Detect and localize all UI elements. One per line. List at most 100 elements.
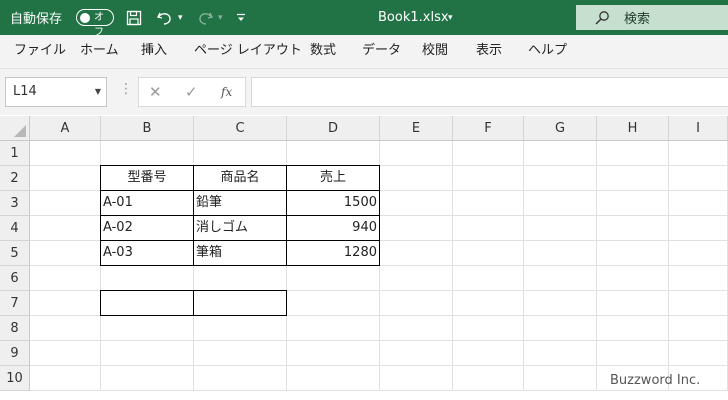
tab-page-layout[interactable]: ページ レイアウト [194,35,302,68]
cell-f3[interactable] [453,191,524,216]
cell-f1[interactable] [453,141,524,166]
cell-c8[interactable] [194,316,287,341]
cell-g10[interactable] [524,366,597,391]
tab-home[interactable]: ホーム [80,35,119,68]
cell-b8[interactable] [101,316,194,341]
cell-i6[interactable] [669,266,728,291]
cell-f9[interactable] [453,341,524,366]
cell-g2[interactable] [524,166,597,191]
cell-i1[interactable] [669,141,728,166]
cell-a9[interactable] [30,341,101,366]
tab-review[interactable]: 校閲 [422,35,448,68]
cell-f10[interactable] [453,366,524,391]
cell-i3[interactable] [669,191,728,216]
cell-g6[interactable] [524,266,597,291]
cell-h3[interactable] [597,191,669,216]
cell-d8[interactable] [287,316,380,341]
cell-i5[interactable] [669,241,728,266]
tab-file[interactable]: ファイル [14,35,66,68]
row-header-2[interactable]: 2 [0,166,30,191]
cell-f8[interactable] [453,316,524,341]
column-header-g[interactable]: G [524,116,597,141]
cell-d6[interactable] [287,266,380,291]
cell-c9[interactable] [194,341,287,366]
cell-e8[interactable] [380,316,453,341]
row-header-7[interactable]: 7 [0,291,30,316]
cell-e3[interactable] [380,191,453,216]
cell-b5[interactable]: A-03 [101,241,194,266]
cell-e6[interactable] [380,266,453,291]
cell-e2[interactable] [380,166,453,191]
cell-e4[interactable] [380,216,453,241]
column-header-b[interactable]: B [101,116,194,141]
cell-d4[interactable]: 940 [287,216,380,241]
cell-h2[interactable] [597,166,669,191]
insert-function-icon[interactable]: fx [221,78,232,106]
cell-a3[interactable] [30,191,101,216]
tab-formulas[interactable]: 数式 [310,35,336,68]
cell-d10[interactable] [287,366,380,391]
row-header-8[interactable]: 8 [0,316,30,341]
cell-i8[interactable] [669,316,728,341]
cell-f7[interactable] [453,291,524,316]
column-header-a[interactable]: A [30,116,101,141]
cancel-icon[interactable]: ✕ [149,78,162,106]
cell-b2[interactable]: 型番号 [101,166,194,191]
cell-b10[interactable] [101,366,194,391]
enter-check-icon[interactable]: ✓ [185,78,198,106]
cell-h9[interactable] [597,341,669,366]
cell-c2[interactable]: 商品名 [194,166,287,191]
column-header-c[interactable]: C [194,116,287,141]
cell-g8[interactable] [524,316,597,341]
cell-g4[interactable] [524,216,597,241]
cell-e1[interactable] [380,141,453,166]
cell-i9[interactable] [669,341,728,366]
row-header-3[interactable]: 3 [0,191,30,216]
cell-c5[interactable]: 筆箱 [194,241,287,266]
cell-i4[interactable] [669,216,728,241]
cell-b3[interactable]: A-01 [101,191,194,216]
tab-help[interactable]: ヘルプ [528,35,567,68]
cell-f2[interactable] [453,166,524,191]
select-all-corner[interactable] [0,116,30,141]
cell-g3[interactable] [524,191,597,216]
cell-a10[interactable] [30,366,101,391]
cell-i7[interactable] [669,291,728,316]
cell-e9[interactable] [380,341,453,366]
autosave-toggle[interactable]: オフ [76,9,114,38]
redo-icon[interactable] [196,0,214,35]
cell-b9[interactable] [101,341,194,366]
cell-g5[interactable] [524,241,597,266]
save-icon[interactable] [126,0,142,35]
cell-a7[interactable] [30,291,101,316]
formula-input[interactable] [251,77,728,107]
name-box-dropdown-icon[interactable]: ▼ [95,78,101,106]
cell-c1[interactable] [194,141,287,166]
cell-b6[interactable] [101,266,194,291]
row-header-10[interactable]: 10 [0,366,30,391]
formula-bar-grip-icon[interactable]: ⋮ [119,81,133,97]
column-header-d[interactable]: D [287,116,380,141]
search-box[interactable]: 検索 [576,5,728,30]
row-header-9[interactable]: 9 [0,341,30,366]
cell-g9[interactable] [524,341,597,366]
row-header-5[interactable]: 5 [0,241,30,266]
cell-d7[interactable] [287,291,380,316]
cell-c3[interactable]: 鉛筆 [194,191,287,216]
undo-dropdown-icon[interactable]: ▾ [178,0,183,35]
cell-g7[interactable] [524,291,597,316]
column-header-f[interactable]: F [453,116,524,141]
cell-a1[interactable] [30,141,101,166]
cell-h7[interactable] [597,291,669,316]
tab-insert[interactable]: 挿入 [141,35,167,68]
name-box[interactable]: L14 ▼ [5,77,107,107]
row-header-1[interactable]: 1 [0,141,30,166]
cell-e5[interactable] [380,241,453,266]
cell-c6[interactable] [194,266,287,291]
cell-b1[interactable] [101,141,194,166]
cell-h4[interactable] [597,216,669,241]
row-header-6[interactable]: 6 [0,266,30,291]
customize-quick-access-icon[interactable] [236,0,246,35]
cell-h6[interactable] [597,266,669,291]
cell-a2[interactable] [30,166,101,191]
